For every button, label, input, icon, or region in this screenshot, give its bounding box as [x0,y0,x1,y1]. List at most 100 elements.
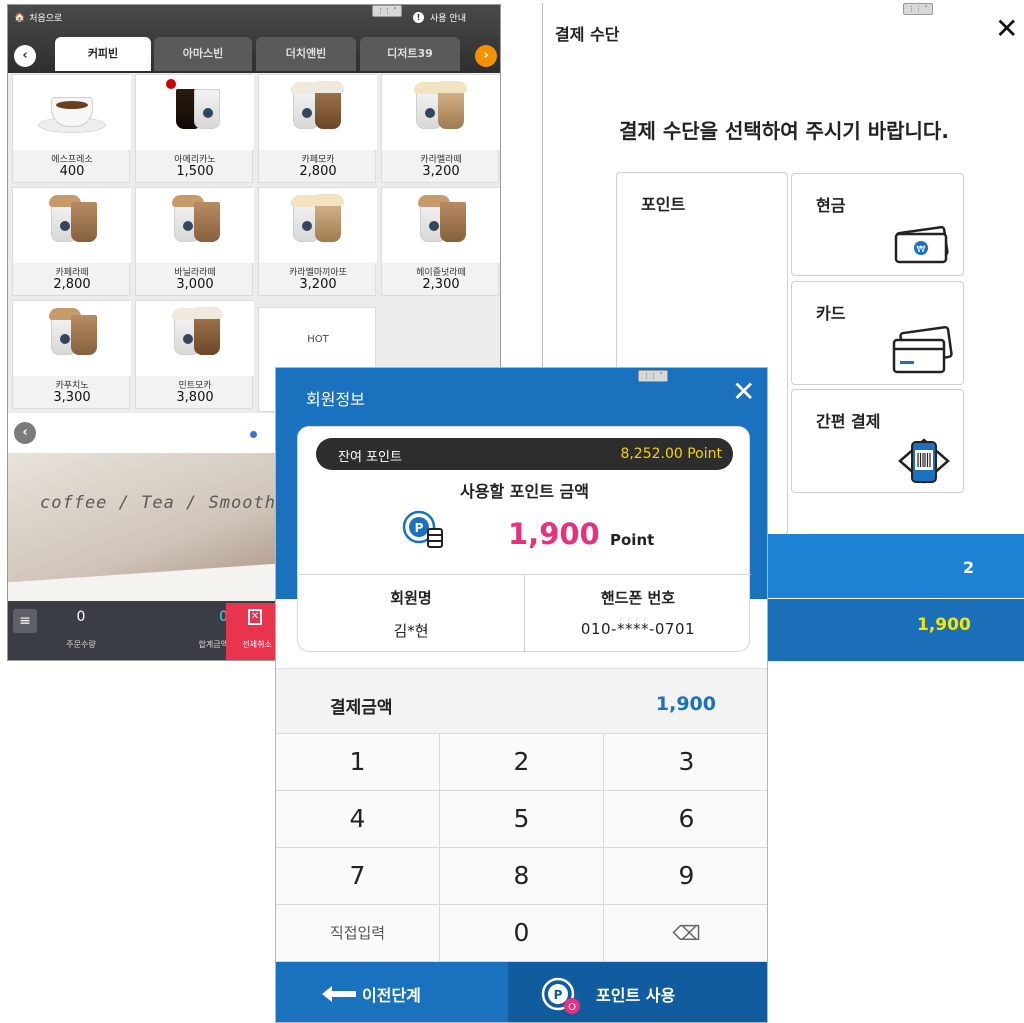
hazelnut-latte-image [382,188,500,263]
menu-item-price: 2,300 [422,277,460,292]
tab-dessert39[interactable]: 디저트39 [360,37,460,71]
use-point-title: 사용할 포인트 금액 [460,482,589,501]
americano-image [136,75,254,150]
caramel-latte-image [382,75,500,150]
order-count-label: 주문수량 [66,640,96,649]
window-handle-icon[interactable]: ⋮⋮ ˅ [638,370,668,382]
page-indicator-dot[interactable] [250,431,257,438]
menu-item-price: 3,800 [176,390,214,405]
point-info-card: 잔여 포인트 8,252.00 Point 사용할 포인트 금액 P 1,900… [297,426,751,653]
hot-label: HOT [307,334,329,345]
menu-item[interactable]: 카푸치노 3,300 [12,300,131,409]
mocha-image [259,75,377,150]
tab-dutchnbean[interactable]: 더치앤빈 [256,37,356,71]
close-icon[interactable]: ✕ [995,13,1018,45]
simple-pay-method-button[interactable]: 간편 결제 [791,389,964,493]
phone-number-value: 010-****-0701 [580,620,696,638]
tab-prev-chevron-icon[interactable]: ‹ [14,45,36,67]
key-3[interactable]: 3 [604,734,767,791]
key-4[interactable]: 4 [276,791,440,848]
point-icon: P O [541,977,580,1014]
menu-item-price: 3,200 [422,164,460,179]
hamburger-menu-icon[interactable]: ≡ [13,609,37,633]
simple-pay-method-label: 간편 결제 [816,412,881,431]
espresso-image [13,75,131,150]
numeric-keypad: 1 2 3 4 5 6 7 8 9 직접입력 0 ⌫ [276,734,767,962]
backspace-icon[interactable]: ⌫ [604,905,767,962]
latte-image [13,188,131,263]
tab-next-chevron-icon[interactable]: › [475,45,497,67]
previous-step-button[interactable]: 이전단계 [276,962,508,1022]
menu-item[interactable]: 아메리카노 1,500 [135,74,254,183]
home-button[interactable]: 🏠 처음으로 [14,11,63,25]
menu-item[interactable]: 카페라떼 2,800 [12,187,131,296]
order-quantity-value: 2 [963,558,975,577]
guide-label: 사용 안내 [430,14,466,24]
payment-amount-value: 1,900 [655,693,716,715]
payment-title: 결제 수단 [555,25,620,44]
credit-card-icon [892,325,953,374]
menu-grid: 에스프레소 400 아메리카노 1,500 카페모카 2,800 카라멜라떼 3… [8,73,500,413]
menu-item-price: 2,800 [299,164,337,179]
use-point-button[interactable]: P O 포인트 사용 [508,962,767,1022]
arrow-left-icon [322,986,356,1002]
order-amount-value: 1,900 [917,615,971,635]
key-0[interactable]: 0 [440,905,604,962]
mint-mocha-image [136,301,254,376]
member-dialog-title: 회원정보 [306,390,365,409]
key-8[interactable]: 8 [440,848,604,905]
svg-text:O: O [568,1002,576,1013]
balance-value: 8,252.00 Point [620,446,722,462]
menu-item-price: 1,500 [176,164,214,179]
tab-amasbin[interactable]: 아마스빈 [154,37,252,71]
guide-button[interactable]: ! 사용 안내 [413,11,466,24]
cash-method-button[interactable]: 현금 ₩ [791,173,964,276]
svg-text:P: P [415,521,424,535]
key-1[interactable]: 1 [276,734,440,791]
previous-step-label: 이전단계 [362,986,421,1005]
window-handle-icon[interactable]: ⋮⋮ ˅ [372,5,402,17]
cash-icon: ₩ [894,225,949,264]
menu-item[interactable]: 카페모카 2,800 [258,74,377,183]
balance-bar: 잔여 포인트 8,252.00 Point [316,438,733,470]
menu-item[interactable]: 에스프레소 400 [12,74,131,183]
close-icon[interactable]: ✕ [732,376,755,408]
menu-item[interactable]: 카라멜마끼아또 3,200 [258,187,377,296]
window-handle-icon[interactable]: ⋮⋮ ˅ [903,3,933,15]
divider [524,574,525,653]
svg-text:₩: ₩ [917,245,926,255]
banner-text: coffee / Tea / Smooth [40,493,276,513]
order-count: 0 [76,609,86,625]
phone-number-label: 핸드폰 번호 [600,589,676,607]
menu-item[interactable]: 카라멜라떼 3,200 [381,74,500,183]
menu-item-price: 3,200 [299,277,337,292]
direct-input-key[interactable]: 직접입력 [276,905,440,962]
use-point-label: 포인트 사용 [596,986,676,1005]
payment-amount-row: 결제금액 1,900 [276,668,767,734]
key-2[interactable]: 2 [440,734,604,791]
member-name-value: 김*현 [393,622,429,640]
card-method-button[interactable]: 카드 [791,281,964,385]
caramel-macchiato-image [259,188,377,263]
page-prev-chevron-icon[interactable]: ‹ [14,422,36,444]
trash-icon: ✕ [248,609,262,625]
menu-item[interactable]: 민트모카 3,800 [135,300,254,409]
info-icon: ! [413,12,424,23]
mobile-barcode-icon [898,438,950,484]
cash-method-label: 현금 [816,196,846,215]
key-5[interactable]: 5 [440,791,604,848]
payment-instruction: 결제 수단을 선택하여 주시기 바랍니다. [619,119,949,143]
menu-item-price: 3,000 [176,277,214,292]
balance-label: 잔여 포인트 [338,450,402,465]
home-label: 처음으로 [29,14,63,24]
key-6[interactable]: 6 [604,791,767,848]
key-7[interactable]: 7 [276,848,440,905]
menu-item[interactable]: 바닐라라떼 3,000 [135,187,254,296]
menu-item[interactable]: 헤이즐넛라떼 2,300 [381,187,500,296]
key-9[interactable]: 9 [604,848,767,905]
total-amount: 0 [219,609,228,625]
tab-coffeebean[interactable]: 커피빈 [55,37,151,71]
home-icon: 🏠 [14,12,26,23]
badge-icon [166,79,176,89]
menu-item-price: 3,300 [53,390,91,405]
